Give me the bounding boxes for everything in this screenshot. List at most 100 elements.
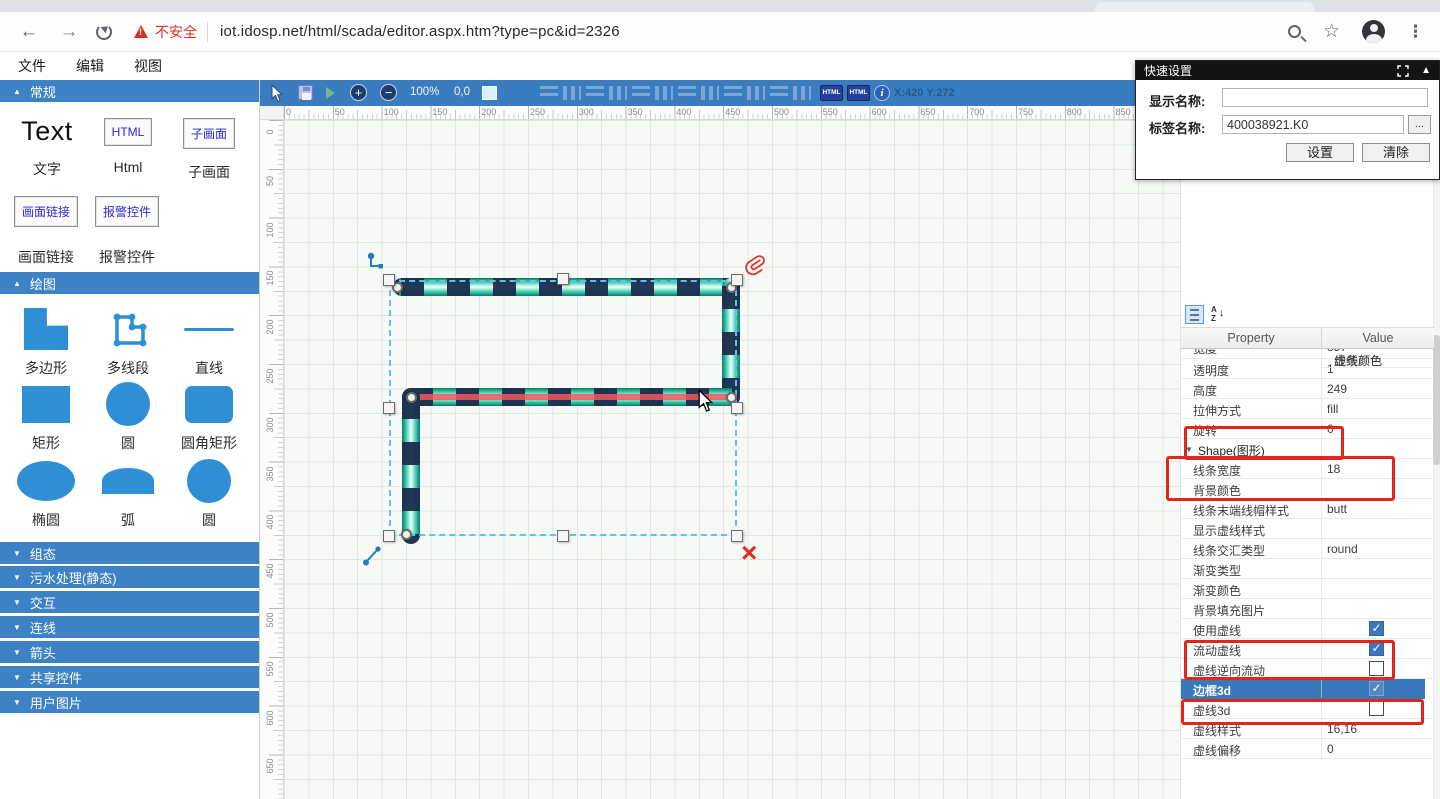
toolbar-align-icon-disabled[interactable] xyxy=(770,86,788,100)
info-icon[interactable]: i xyxy=(874,85,890,101)
property-row[interactable]: 渐变类型 xyxy=(1181,559,1434,579)
section-user-images[interactable]: 用户图片 xyxy=(0,691,259,713)
pipe-vertex-handle[interactable] xyxy=(406,392,417,403)
toolbar-align-icon-disabled[interactable] xyxy=(701,86,719,100)
section-arrows[interactable]: 箭头 xyxy=(0,641,259,663)
property-row[interactable]: 虚线逆向流动 xyxy=(1181,659,1434,679)
checkbox[interactable] xyxy=(1369,701,1384,716)
section-drawing[interactable]: 绘图 xyxy=(0,272,259,294)
resize-handle-n[interactable] xyxy=(557,273,569,285)
property-row[interactable]: 渐变颜色 xyxy=(1181,579,1434,599)
draw-item-circle[interactable]: 圆 xyxy=(87,381,169,453)
toolbar-align-icon-disabled[interactable] xyxy=(747,86,765,100)
edit-line-icon[interactable] xyxy=(360,543,386,569)
save-icon[interactable] xyxy=(298,85,313,100)
section-interaction[interactable]: 交互 xyxy=(0,591,259,613)
zoom-out-icon[interactable]: − xyxy=(380,84,397,101)
palette-item-screen-link[interactable]: 画面链接 画面链接 xyxy=(12,196,80,267)
back-icon[interactable] xyxy=(16,19,42,45)
categorized-view-icon[interactable] xyxy=(1185,305,1204,324)
draw-item-ellipse[interactable]: 椭圆 xyxy=(5,458,87,530)
section-configuration[interactable]: 组态 xyxy=(0,542,259,564)
property-row[interactable]: 边框3d xyxy=(1181,679,1425,699)
property-row[interactable]: 线条交汇类型round xyxy=(1181,539,1434,559)
checkbox[interactable] xyxy=(1369,661,1384,676)
checkbox[interactable] xyxy=(1369,681,1384,696)
attach-tag-icon[interactable] xyxy=(742,252,766,278)
zoom-in-icon[interactable]: + xyxy=(350,84,367,101)
property-row[interactable]: 旋转0 xyxy=(1181,419,1434,439)
browser-tab[interactable] xyxy=(1095,2,1315,12)
property-row[interactable]: 线条末端线帽样式butt xyxy=(1181,499,1434,519)
resize-handle-e[interactable] xyxy=(731,402,743,414)
clear-button[interactable]: 清除 xyxy=(1362,143,1430,162)
property-row[interactable]: Shape(图形) xyxy=(1181,439,1434,459)
display-name-input[interactable] xyxy=(1222,88,1428,107)
toolbar-align-icon-disabled[interactable] xyxy=(655,86,673,100)
menu-view[interactable]: 视图 xyxy=(134,56,162,76)
draw-item-arc[interactable]: 弧 xyxy=(87,458,169,530)
menu-edit[interactable]: 编辑 xyxy=(76,56,104,76)
palette-item-html[interactable]: HTML Html xyxy=(96,118,160,175)
draw-item-polygon[interactable]: 多边形 xyxy=(5,306,87,378)
draw-item-rounded-rect[interactable]: 圆角矩形 xyxy=(168,381,250,453)
section-connectors[interactable]: 连线 xyxy=(0,616,259,638)
quick-settings-header[interactable]: 快速设置 ▲ xyxy=(1136,61,1439,80)
property-row[interactable]: 使用虚线 xyxy=(1181,619,1434,639)
property-row[interactable]: 流动虚线 xyxy=(1181,639,1434,659)
toolbar-align-icon-disabled[interactable] xyxy=(609,86,627,100)
property-row[interactable]: 拉伸方式fill xyxy=(1181,399,1434,419)
draw-item-polyline[interactable]: 多线段 xyxy=(87,306,169,378)
draw-item-rect[interactable]: 矩形 xyxy=(5,381,87,453)
url-text[interactable]: iot.idosp.net/html/scada/editor.aspx.htm… xyxy=(220,23,620,40)
run-preview-icon[interactable] xyxy=(326,87,335,99)
draw-item-line[interactable]: 直线 xyxy=(168,306,250,378)
resize-handle-sw[interactable] xyxy=(383,530,395,542)
palette-item-subscreen[interactable]: 子画面 子画面 xyxy=(178,118,240,182)
toolbar-align-icon-disabled[interactable] xyxy=(724,86,742,100)
profile-avatar[interactable] xyxy=(1362,20,1385,43)
palette-item-text[interactable]: Text 文字 xyxy=(12,116,82,179)
property-row[interactable]: 虚线颜色 xyxy=(1322,349,1434,368)
section-sewage-static[interactable]: 污水处理(静态) xyxy=(0,566,259,588)
html-export-icon-2[interactable]: HTML xyxy=(847,85,870,101)
page-zoom-icon[interactable] xyxy=(1288,25,1301,38)
collapse-triangle-icon[interactable]: ▲ xyxy=(1421,65,1431,76)
bookmark-star-icon[interactable] xyxy=(1323,20,1340,43)
property-column-header[interactable]: Property xyxy=(1181,331,1321,345)
toolbar-align-icon-disabled[interactable] xyxy=(678,86,696,100)
resize-handle-nw[interactable] xyxy=(383,274,395,286)
palette-item-alarm-control[interactable]: 报警控件 报警控件 xyxy=(92,196,162,267)
pipe-vertex-handle[interactable] xyxy=(401,529,412,540)
menu-file[interactable]: 文件 xyxy=(18,56,46,76)
section-general[interactable]: 常规 xyxy=(0,80,259,102)
address-bar[interactable]: 不安全 iot.idosp.net/html/scada/editor.aspx… xyxy=(134,17,1266,47)
resize-handle-w[interactable] xyxy=(383,402,395,414)
html-export-icon[interactable]: HTML xyxy=(820,85,843,101)
set-button[interactable]: 设置 xyxy=(1286,143,1354,162)
dock-icon[interactable] xyxy=(1397,65,1409,77)
toolbar-align-icon-disabled[interactable] xyxy=(540,86,558,100)
toolbar-align-icon-disabled[interactable] xyxy=(632,86,650,100)
toolbar-align-icon-disabled[interactable] xyxy=(563,86,581,100)
forward-icon[interactable] xyxy=(56,19,82,45)
resize-handle-s[interactable] xyxy=(557,530,569,542)
scrollbar-thumb[interactable] xyxy=(1433,335,1440,465)
toolbar-align-icon-disabled[interactable] xyxy=(793,86,811,100)
browse-button[interactable]: ... xyxy=(1408,115,1431,134)
edit-points-icon[interactable] xyxy=(364,250,388,274)
toolbar-align-icon-disabled[interactable] xyxy=(586,86,604,100)
pointer-tool-icon[interactable] xyxy=(270,84,284,103)
property-row[interactable]: 虚线偏移0 xyxy=(1181,739,1434,759)
property-row[interactable]: 虚线样式16,16 xyxy=(1181,719,1434,739)
browser-menu-icon[interactable] xyxy=(1407,22,1424,42)
checkbox[interactable] xyxy=(1369,641,1384,656)
tag-name-input[interactable] xyxy=(1222,115,1404,134)
property-row[interactable]: 显示虚线样式 xyxy=(1181,519,1434,539)
delete-icon[interactable]: × xyxy=(741,542,757,564)
sort-alphabetical-icon[interactable] xyxy=(1209,305,1229,324)
property-row[interactable]: 线条宽度18 xyxy=(1181,459,1434,479)
property-scrollbar[interactable] xyxy=(1433,80,1440,799)
draw-item-circle2[interactable]: 圆 xyxy=(168,458,250,530)
canvas-settings-icon[interactable] xyxy=(482,86,497,100)
